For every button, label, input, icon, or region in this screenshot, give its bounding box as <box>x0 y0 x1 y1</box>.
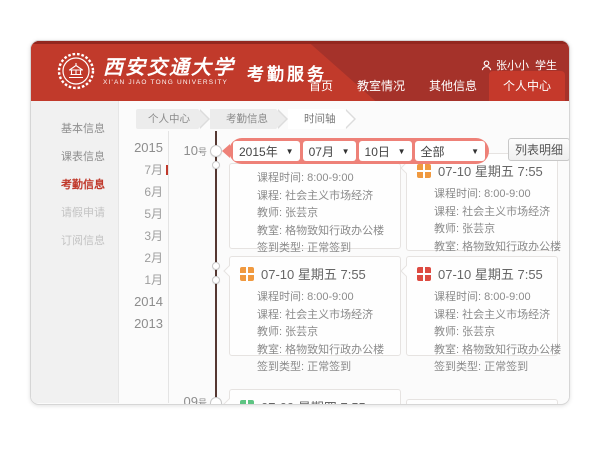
current-month-tick <box>166 165 168 175</box>
nav-item-classrooms[interactable]: 教室情况 <box>345 71 417 101</box>
card-field-course: 课程: 社会主义市场经济 <box>257 307 390 325</box>
attendance-card: 07-10 星期五 7:55 课程时间: 8:00-9:00 课程: 社会主义市… <box>406 153 558 251</box>
breadcrumb-attendance-info[interactable]: 考勤信息 <box>210 109 276 129</box>
card-field-classroom: 教室: 格物致知行政办公楼 <box>434 239 547 257</box>
chevron-down-icon: ▼ <box>471 147 479 156</box>
scale-year-2013[interactable]: 2013 <box>123 313 163 335</box>
sidebar: 基本信息 课表信息 考勤信息 请假申请 订阅信息 <box>31 101 119 403</box>
card-field-course-time: 课程时间: 8:00-9:00 <box>434 186 547 204</box>
card-fields: 课程时间: 8:00-9:00 课程: 社会主义市场经济 教师: 张芸京 教室:… <box>230 164 400 266</box>
status-calendar-icon-normal <box>417 164 431 178</box>
card-field-course-time: 课程时间: 8:00-9:00 <box>257 289 390 307</box>
card-field-course: 课程: 社会主义市场经济 <box>434 204 547 222</box>
list-detail-button[interactable]: 列表明细 <box>508 138 570 161</box>
card-title: 07-10 星期五 7:55 <box>230 257 400 285</box>
timeline-marker <box>212 262 220 270</box>
university-name-cn: 西安交通大学 <box>103 57 235 79</box>
status-calendar-icon-normal <box>240 267 254 281</box>
user-icon <box>481 60 492 71</box>
nav-item-home[interactable]: 首页 <box>297 71 345 101</box>
chevron-down-icon: ▼ <box>286 147 294 156</box>
attendance-card: 课程时间: 8:00-9:00 课程: 社会主义市场经济 教师: 张芸京 教室:… <box>229 163 401 249</box>
main-content: 个人中心 考勤信息 时间轴 2015 7月 6月 5月 3月 2月 1月 201… <box>119 101 569 403</box>
university-name: 西安交通大学 XI'AN JIAO TONG UNIVERSITY <box>103 57 235 86</box>
timeline-marker <box>212 161 220 169</box>
card-field-teacher: 教师: 张芸京 <box>257 205 390 223</box>
timeline-marker <box>210 397 222 405</box>
app-body: 基本信息 课表信息 考勤信息 请假申请 订阅信息 个人中心 考勤信息 时间轴 2… <box>31 101 569 403</box>
app-header: 西安交通大学 XI'AN JIAO TONG UNIVERSITY 考勤服务 张… <box>31 41 569 101</box>
scale-month-may[interactable]: 5月 <box>123 203 163 225</box>
card-field-course: 课程: 社会主义市场经济 <box>257 188 390 206</box>
day-label-10: 10号 <box>161 143 207 158</box>
university-name-en: XI'AN JIAO TONG UNIVERSITY <box>103 79 235 86</box>
sidebar-item-subscription-info[interactable]: 订阅信息 <box>31 227 118 255</box>
chevron-down-icon: ▼ <box>342 147 350 156</box>
year-dropdown[interactable]: 2015年 ▼ <box>233 141 300 161</box>
filter-callout: 2015年 ▼ 07月 ▼ 10日 ▼ 全部 ▼ <box>229 138 489 164</box>
breadcrumb: 个人中心 考勤信息 时间轴 <box>136 109 356 129</box>
card-title: 07-09 星期四 7:55 <box>230 390 400 405</box>
card-field-classroom: 教室: 格物致知行政办公楼 <box>257 342 390 360</box>
card-field-course-time: 课程时间: 8:00-9:00 <box>434 289 547 307</box>
card-fields: 课程时间: 8:00-9:00 课程: 社会主义市场经济 教师: 张芸京 教室:… <box>230 285 400 385</box>
screenshot-stage: 西安交通大学 XI'AN JIAO TONG UNIVERSITY 考勤服务 张… <box>0 0 600 450</box>
card-fields: 课程时间: 8:00-9:00 课程: 社会主义市场经济 教师: 张芸京 教室:… <box>407 285 557 385</box>
timeline-marker <box>210 145 222 157</box>
attendance-card: 07-10 星期五 7:55 课程时间: 8:00-9:00 课程: 社会主义市… <box>406 256 558 356</box>
day-dropdown[interactable]: 10日 ▼ <box>359 141 412 161</box>
status-calendar-icon-ok <box>240 400 254 406</box>
sidebar-item-attendance-info[interactable]: 考勤信息 <box>31 171 118 199</box>
status-calendar-icon-absent <box>417 267 431 281</box>
scale-month-jul[interactable]: 7月 <box>123 159 163 181</box>
attendance-card: 07-10 星期五 7:55 课程时间: 8:00-9:00 课程: 社会主义市… <box>229 256 401 356</box>
scale-divider-line <box>168 131 169 403</box>
nav-item-personal-center[interactable]: 个人中心 <box>489 71 565 101</box>
type-dropdown[interactable]: 全部 ▼ <box>415 141 486 161</box>
card-field-teacher: 教师: 张芸京 <box>434 221 547 239</box>
scale-month-feb[interactable]: 2月 <box>123 247 163 269</box>
brand-block: 西安交通大学 XI'AN JIAO TONG UNIVERSITY 考勤服务 <box>57 52 327 90</box>
scale-month-jan[interactable]: 1月 <box>123 269 163 291</box>
card-field-classroom: 教室: 格物致知行政办公楼 <box>434 342 547 360</box>
card-title: 07-10 星期五 7:55 <box>407 257 557 285</box>
card-field-signin-type: 签到类型: 正常签到 <box>257 240 390 258</box>
sidebar-item-leave-request[interactable]: 请假申请 <box>31 199 118 227</box>
university-logo-icon <box>57 52 95 90</box>
timeline-marker <box>212 276 220 284</box>
breadcrumb-timeline[interactable]: 时间轴 <box>288 109 344 129</box>
chevron-down-icon: ▼ <box>398 147 406 156</box>
card-field-course-time: 课程时间: 8:00-9:00 <box>257 170 390 188</box>
scale-year-2014[interactable]: 2014 <box>123 291 163 313</box>
card-field-teacher: 教师: 张芸京 <box>257 324 390 342</box>
top-nav: 首页 教室情况 其他信息 个人中心 <box>297 71 565 101</box>
month-dropdown[interactable]: 07月 ▼ <box>303 141 356 161</box>
scale-year-2015[interactable]: 2015 <box>123 137 163 159</box>
card-field-signin-type: 签到类型: 正常签到 <box>434 359 547 377</box>
card-field-signin-type: 签到类型: 正常签到 <box>257 359 390 377</box>
card-field-classroom: 教室: 格物致知行政办公楼 <box>257 223 390 241</box>
scale-month-jun[interactable]: 6月 <box>123 181 163 203</box>
card-field-course: 课程: 社会主义市场经济 <box>434 307 547 325</box>
attendance-card: 07-09 星期四 7:55 <box>229 389 401 405</box>
card-field-teacher: 教师: 张芸京 <box>434 324 547 342</box>
attendance-card-stub <box>406 399 558 405</box>
app-window: 西安交通大学 XI'AN JIAO TONG UNIVERSITY 考勤服务 张… <box>30 40 570 405</box>
sidebar-item-schedule-info[interactable]: 课表信息 <box>31 143 118 171</box>
nav-item-other-info[interactable]: 其他信息 <box>417 71 489 101</box>
day-label-09: 09号 <box>161 394 207 405</box>
scale-month-mar[interactable]: 3月 <box>123 225 163 247</box>
breadcrumb-personal-center[interactable]: 个人中心 <box>136 109 198 129</box>
sidebar-item-basic-info[interactable]: 基本信息 <box>31 115 118 143</box>
timeline-scale: 2015 7月 6月 5月 3月 2月 1月 2014 2013 <box>123 137 163 335</box>
